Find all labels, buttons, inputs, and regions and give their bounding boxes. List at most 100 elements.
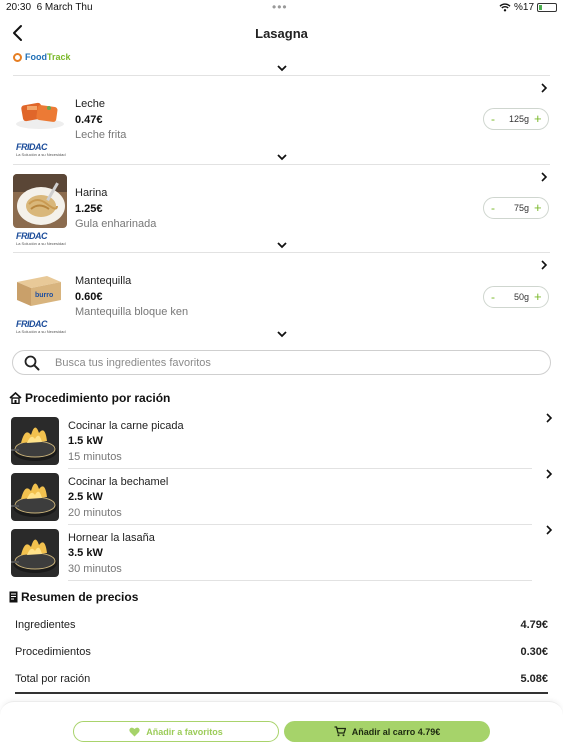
chevron-right-icon[interactable]: [546, 469, 553, 479]
page-title: Lasagna: [255, 26, 308, 41]
price-value: 5.08€: [520, 673, 548, 685]
fridac-logo: FRIDAC La Solución a su Necesidad: [16, 319, 66, 334]
ingredient-search-bar[interactable]: [12, 350, 551, 375]
cart-icon: [334, 726, 346, 737]
quantity-value[interactable]: 75: [504, 203, 524, 213]
status-bar: 20:30 6 March Thu ••• %17: [0, 0, 563, 16]
increase-button[interactable]: +: [534, 200, 542, 215]
procedure-row[interactable]: Cocinar la bechamel 2.5 kW 20 minutos: [0, 469, 563, 525]
procedure-time: 20 minutos: [68, 507, 122, 519]
chevron-right-icon[interactable]: [546, 525, 553, 535]
expand-chevron-icon[interactable]: [277, 154, 287, 161]
cart-label: Añadir al carro 4.79€: [351, 726, 441, 737]
butter-box-image: burro: [13, 272, 65, 310]
price-summary-title: Resumen de precios: [21, 590, 139, 604]
quantity-stepper[interactable]: - 75 g +: [483, 197, 549, 219]
status-right: %17: [499, 2, 557, 13]
chevron-right-icon[interactable]: [546, 413, 553, 423]
add-to-cart-button[interactable]: Añadir al carro 4.79€: [284, 721, 490, 742]
chevron-right-icon[interactable]: [541, 260, 548, 270]
ingredient-description: Gula enharinada: [75, 218, 157, 230]
price-value: 0.30€: [520, 646, 548, 658]
multitasking-dots[interactable]: •••: [272, 0, 288, 14]
procedure-row[interactable]: Cocinar la carne picada 1.5 kW 15 minuto…: [0, 413, 563, 469]
quantity-unit: g: [524, 114, 530, 124]
procedure-row[interactable]: Hornear la lasaña 3.5 kW 30 minutos: [0, 525, 563, 581]
ingredient-name: Harina: [75, 187, 108, 199]
battery-percent: %17: [513, 2, 534, 13]
price-label: Ingredientes: [15, 619, 76, 631]
decrease-button[interactable]: -: [491, 290, 495, 304]
price-label: Procedimientos: [15, 646, 91, 658]
fridac-logo: FRIDAC La Solución a su Necesidad: [16, 142, 66, 157]
pan-fire-image: [11, 529, 59, 577]
quantity-stepper[interactable]: - 50 g +: [483, 286, 549, 308]
brand-tagline: La Solución a su Necesidad: [16, 241, 66, 246]
search-icon: [24, 355, 40, 371]
procedure-time: 30 minutos: [68, 563, 122, 575]
battery-icon: [537, 3, 557, 12]
price-label: Total por ración: [15, 673, 91, 685]
increase-button[interactable]: +: [534, 289, 542, 304]
fridac-logo: FRIDAC La Solución a su Necesidad: [16, 231, 66, 246]
procedures-heading: Procedimiento por ración: [9, 391, 170, 405]
ingredient-row-harina[interactable]: FRIDAC La Solución a su Necesidad Harina…: [0, 165, 563, 253]
procedure-power: 2.5 kW: [68, 491, 103, 503]
quantity-stepper[interactable]: - 125 g +: [483, 108, 549, 130]
decrease-button[interactable]: -: [491, 112, 495, 126]
brand-tagline: La Solución a su Necesidad: [16, 152, 66, 157]
expand-chevron-icon[interactable]: [277, 65, 287, 72]
quantity-value[interactable]: 50: [504, 292, 524, 302]
increase-button[interactable]: +: [534, 111, 542, 126]
home-icon: [9, 392, 22, 404]
procedure-name: Cocinar la carne picada: [68, 420, 184, 432]
favorites-label: Añadir a favoritos: [146, 726, 223, 737]
leche-frita-image: [13, 94, 67, 134]
brand-name: FRIDAC: [16, 231, 48, 241]
quantity-unit: g: [524, 292, 530, 302]
nav-bar: Lasagna: [0, 18, 563, 48]
procedure-power: 3.5 kW: [68, 547, 103, 559]
price-value: 4.79€: [520, 619, 548, 631]
pan-fire-image: [11, 473, 59, 521]
brand-name: FRIDAC: [16, 319, 48, 329]
expand-chevron-icon[interactable]: [277, 242, 287, 249]
foodtrack-logo-mark: [13, 52, 22, 62]
gula-enharinada-image: [13, 174, 67, 228]
wifi-icon: [499, 3, 511, 12]
foodtrack-food-text: Food: [25, 52, 47, 62]
price-row-ingredients: Ingredientes 4.79€: [15, 619, 548, 631]
status-date: 6 March Thu: [36, 2, 93, 13]
status-time-date: 20:30 6 March Thu: [6, 2, 93, 13]
foodtrack-logo: Food Track: [13, 52, 71, 62]
box-label: burro: [35, 292, 53, 299]
total-underline: [15, 692, 548, 694]
decrease-button[interactable]: -: [491, 201, 495, 215]
price-row-procedures: Procedimientos 0.30€: [15, 646, 548, 658]
quantity-value[interactable]: 125: [504, 114, 524, 124]
expand-chevron-icon[interactable]: [277, 331, 287, 338]
ingredient-name: Mantequilla: [75, 275, 132, 287]
procedure-power: 1.5 kW: [68, 435, 103, 447]
ingredient-price: 1.25€: [75, 203, 103, 215]
pan-fire-image: [11, 417, 59, 465]
status-time: 20:30: [6, 2, 32, 13]
divider: [68, 580, 532, 581]
ingredient-row-leche[interactable]: FRIDAC La Solución a su Necesidad Leche …: [0, 76, 563, 164]
chevron-right-icon[interactable]: [541, 83, 548, 93]
procedure-name: Hornear la lasaña: [68, 532, 155, 544]
price-summary-heading: Resumen de precios: [9, 590, 138, 604]
chevron-right-icon[interactable]: [541, 172, 548, 182]
add-to-favorites-button[interactable]: Añadir a favoritos: [73, 721, 279, 742]
ingredient-price: 0.60€: [75, 291, 103, 303]
search-input[interactable]: [55, 355, 535, 371]
foodtrack-track-text: Track: [47, 52, 71, 62]
quantity-unit: g: [524, 203, 530, 213]
receipt-icon: [9, 591, 18, 603]
price-row-total: Total por ración 5.08€: [15, 673, 548, 685]
bottom-action-bar: Añadir a favoritos Añadir al carro 4.79€: [0, 701, 563, 750]
ingredient-row-mantequilla[interactable]: burro FRIDAC La Solución a su Necesidad …: [0, 253, 563, 341]
brand-name: FRIDAC: [16, 142, 48, 152]
brand-tagline: La Solución a su Necesidad: [16, 329, 66, 334]
ingredient-price: 0.47€: [75, 114, 103, 126]
